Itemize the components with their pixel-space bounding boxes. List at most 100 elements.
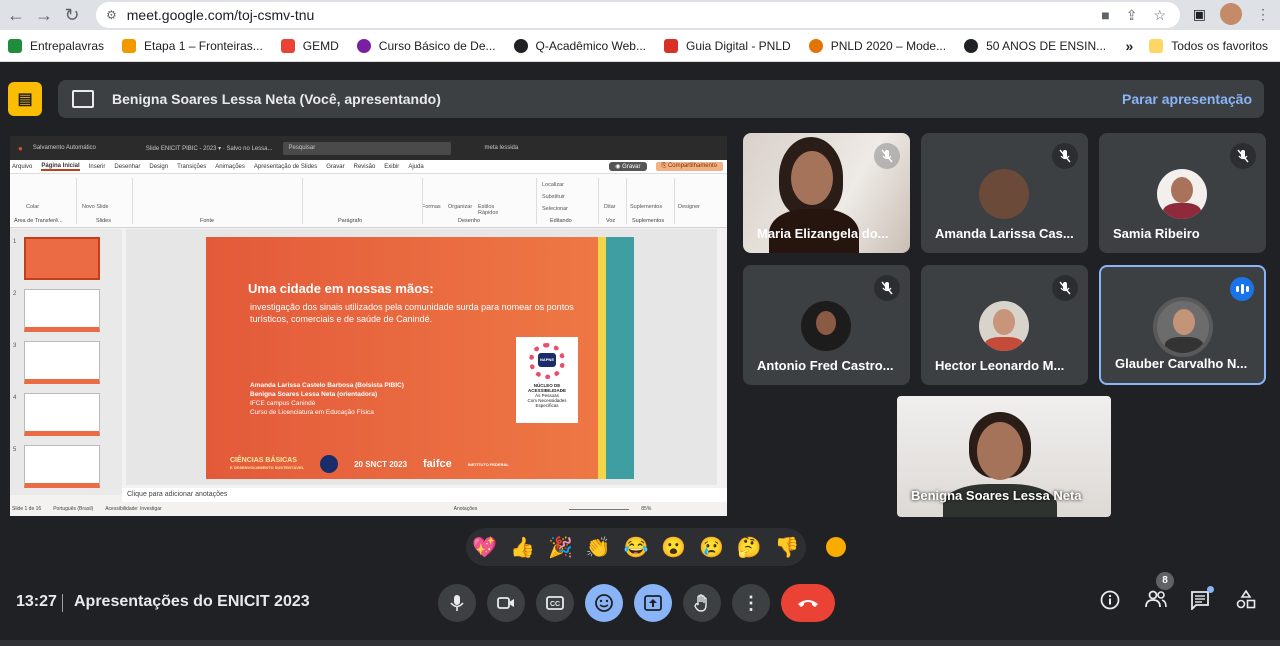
participant-tile[interactable]: Maria Elizangela do... xyxy=(743,133,910,253)
bookmark-item[interactable]: Guia Digital - PNLD xyxy=(663,38,791,53)
camera-icon[interactable]: ■ xyxy=(1101,7,1109,23)
quick-styles-button[interactable]: Estilos Rápidos xyxy=(478,204,508,216)
reaction-party[interactable]: 🎉 xyxy=(548,535,573,560)
bookmark-item[interactable]: PNLD 2020 – Mode... xyxy=(808,38,946,53)
doc-title: Slide ENICIT PIBIC - 2023 ▾ · Salvo no L… xyxy=(145,145,273,152)
record-button[interactable]: ◉ Gravar xyxy=(609,162,647,171)
address-bar[interactable]: ⚙ meet.google.com/toj-csmv-tnu ■ ⇪ ☆ xyxy=(96,2,1180,28)
slide-thumbnail[interactable] xyxy=(24,289,100,332)
new-slide-button[interactable]: Novo Slide xyxy=(82,204,109,210)
reaction-surprised[interactable]: 😮 xyxy=(661,535,686,560)
more-dots-icon: ⋮ xyxy=(742,592,760,613)
site-info-icon[interactable]: ⚙ xyxy=(106,8,117,22)
menu-item[interactable]: Animações xyxy=(215,164,245,170)
activities-icon[interactable] xyxy=(1236,589,1256,615)
bookmark-item[interactable]: Curso Básico de De... xyxy=(356,38,496,53)
camera-button[interactable] xyxy=(487,584,525,622)
forward-arrow-icon[interactable]: → xyxy=(32,3,56,27)
dictate-button[interactable]: Ditar xyxy=(604,204,616,210)
menu-item[interactable]: Desenhar xyxy=(114,164,140,170)
participant-tile[interactable]: Samia Ribeiro xyxy=(1099,133,1266,253)
reaction-clap[interactable]: 👏 xyxy=(586,535,611,560)
meeting-details-icon[interactable] xyxy=(1100,590,1120,615)
reload-icon[interactable]: ↻ xyxy=(60,3,84,27)
chat-icon[interactable] xyxy=(1190,590,1210,615)
reaction-thumbs-down[interactable]: 👎 xyxy=(775,535,800,560)
bookmarks-more-button[interactable]: » xyxy=(1125,38,1133,54)
status-language[interactable]: Português (Brasil) xyxy=(53,506,93,512)
people-icon[interactable] xyxy=(1145,590,1167,613)
arrange-button[interactable]: Organizar xyxy=(448,204,472,210)
current-slide[interactable]: Uma cidade em nossas mãos: investigação … xyxy=(206,237,634,479)
profile-avatar[interactable] xyxy=(1220,3,1242,25)
ribbon-separator xyxy=(536,178,537,224)
menu-item[interactable]: Página Inicial xyxy=(41,163,80,171)
menu-item[interactable]: Inserir xyxy=(89,164,106,170)
ribbon-separator xyxy=(626,178,627,224)
designer-button[interactable]: Designer xyxy=(678,204,700,210)
reaction-heart[interactable]: 💖 xyxy=(472,535,497,560)
bookmark-item[interactable]: 50 ANOS DE ENSIN... xyxy=(964,38,1106,53)
bookmark-item[interactable]: GEMD xyxy=(280,38,339,53)
skin-tone-selector[interactable] xyxy=(826,537,846,557)
star-icon[interactable]: ☆ xyxy=(1153,7,1166,24)
participant-tile[interactable]: Hector Leonardo M... xyxy=(921,265,1088,385)
menu-item[interactable]: Design xyxy=(149,164,168,170)
share-button[interactable]: ⎘ Compartilhamento xyxy=(655,162,723,171)
reaction-laugh[interactable]: 😂 xyxy=(623,535,648,560)
menu-item[interactable]: Exibir xyxy=(384,164,399,170)
menu-item[interactable]: Ajuda xyxy=(408,164,423,170)
participant-tile[interactable]: Amanda Larissa Cas... xyxy=(921,133,1088,253)
self-view-tile[interactable]: Benigna Soares Lessa Neta xyxy=(897,396,1111,517)
status-accessibility[interactable]: Acessibilidade: Investigar xyxy=(105,506,161,512)
participant-tile-speaking[interactable]: Glauber Carvalho N... xyxy=(1099,265,1266,385)
addins-button[interactable]: Suplementos xyxy=(630,204,662,210)
menu-item[interactable]: Arquivo xyxy=(12,164,32,170)
slide-thumbnail[interactable] xyxy=(24,341,100,384)
notes-pane[interactable]: Clique para adicionar anotações xyxy=(122,488,727,502)
raise-hand-button[interactable] xyxy=(683,584,721,622)
paste-button[interactable]: Colar xyxy=(26,204,39,210)
mic-button[interactable] xyxy=(438,584,476,622)
find-button[interactable]: Localizar xyxy=(542,182,564,188)
share-icon[interactable]: ⇪ xyxy=(1126,7,1138,24)
zoom-slider[interactable] xyxy=(569,508,630,510)
all-favorites-folder[interactable]: Todos os favoritos xyxy=(1149,39,1268,53)
status-zoom[interactable]: 85% xyxy=(641,506,651,512)
replace-button[interactable]: Substituir xyxy=(542,194,565,200)
reaction-sad[interactable]: 😢 xyxy=(699,535,724,560)
leave-call-button[interactable] xyxy=(781,584,835,622)
presenting-icon[interactable]: ▤ xyxy=(8,82,42,116)
menu-item[interactable]: Transições xyxy=(177,164,206,170)
slide-thumbnail[interactable] xyxy=(24,445,100,488)
stop-presenting-button[interactable]: Parar apresentação xyxy=(1122,91,1252,107)
ribbon-separator xyxy=(132,178,133,224)
ppt-search[interactable]: Pesquisar xyxy=(282,141,451,155)
slide-thumbnail[interactable] xyxy=(24,393,100,436)
reaction-thinking[interactable]: 🤔 xyxy=(737,535,762,560)
more-options-button[interactable]: ⋮ xyxy=(732,584,770,622)
emoji-reactions-button[interactable] xyxy=(585,584,623,622)
back-arrow-icon[interactable]: ← xyxy=(4,3,28,27)
slide-thumbnail[interactable] xyxy=(24,237,100,280)
status-notes[interactable]: Anotações xyxy=(454,506,478,512)
autosave-toggle[interactable]: Salvamento Automático xyxy=(33,145,96,151)
present-now-button[interactable] xyxy=(634,584,672,622)
bookmark-item[interactable]: Entrepalavras xyxy=(8,38,104,53)
sidepanel-icon[interactable]: ▣ xyxy=(1193,6,1206,23)
ribbon-group-label: Parágrafo xyxy=(338,218,363,224)
slide-author2: Benigna Soares Lessa Neta (orientadora) xyxy=(250,391,378,398)
thumb-number: 4 xyxy=(13,395,17,401)
menu-dots-icon[interactable]: ⋮ xyxy=(1256,6,1270,23)
shapes-button[interactable]: Formas xyxy=(422,204,441,210)
reaction-thumbs-up[interactable]: 👍 xyxy=(510,535,535,560)
menu-item[interactable]: Gravar xyxy=(326,164,344,170)
participant-tile[interactable]: Antonio Fred Castro... xyxy=(743,265,910,385)
select-button[interactable]: Selecionar xyxy=(542,206,568,212)
bookmark-item[interactable]: Q-Acadêmico Web... xyxy=(513,38,646,53)
bookmark-item[interactable]: Etapa 1 – Fronteiras... xyxy=(122,38,263,53)
participant-face xyxy=(791,151,833,205)
captions-button[interactable]: CC xyxy=(536,584,574,622)
menu-item[interactable]: Revisão xyxy=(354,164,376,170)
menu-item[interactable]: Apresentação de Slides xyxy=(254,164,317,170)
